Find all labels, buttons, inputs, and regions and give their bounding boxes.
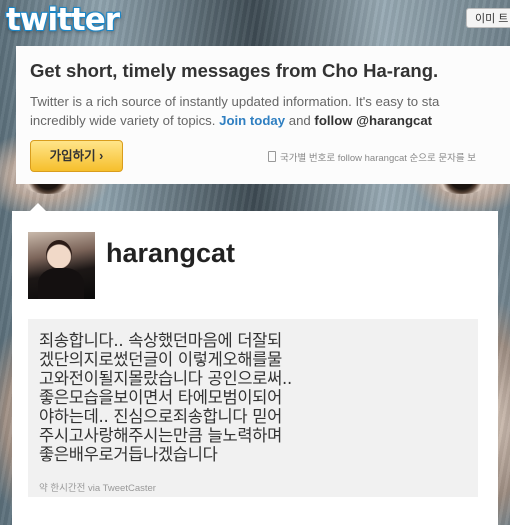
avatar[interactable]: [28, 232, 95, 299]
tweet-client-link[interactable]: TweetCaster: [103, 483, 156, 494]
mobile-phone-icon: [268, 151, 276, 162]
promo-line-2-prefix: incredibly wide variety of topics.: [30, 113, 216, 128]
promo-line-1: Twitter is a rich source of instantly up…: [30, 94, 440, 109]
tweet-box: 죄송합니다.. 속상했던마음에 더잘되 겠단의지로썼던글이 이렇게오해를물 고와…: [28, 319, 478, 497]
promo-description: Twitter is a rich source of instantly up…: [30, 92, 510, 130]
join-today-link[interactable]: Join today: [219, 113, 285, 128]
tweet-text: 죄송합니다.. 속상했던마음에 더잘되 겠단의지로썼던글이 이렇게오해를물 고와…: [39, 331, 292, 464]
signup-promo-box: Get short, timely messages from Cho Ha-r…: [16, 46, 510, 184]
via-label: via: [87, 483, 101, 494]
promo-line-2-and: and: [288, 113, 311, 128]
promo-headline: Get short, timely messages from Cho Ha-r…: [30, 60, 439, 81]
tweet-panel: harangcat 죄송합니다.. 속상했던마음에 더잘되 겠단의지로썼던글이 …: [12, 211, 498, 525]
sms-follow-note: 국가별 번호로 follow harangcat 순으로 문자를 보: [268, 150, 476, 164]
already-member-button[interactable]: 이미 트: [466, 8, 510, 28]
profile-username[interactable]: harangcat: [106, 238, 235, 269]
tweet-timestamp-link[interactable]: 약 한시간전: [39, 483, 85, 494]
twitter-logo[interactable]: twitter: [6, 2, 120, 38]
panel-pointer-arrow: [30, 203, 46, 211]
tweet-meta: 약 한시간전 via TweetCaster: [39, 480, 156, 494]
signup-button[interactable]: 가입하기 ›: [30, 140, 123, 172]
sms-note-text: 국가별 번호로 follow harangcat 순으로 문자를 보: [280, 153, 476, 164]
follow-user-text: follow @harangcat: [314, 113, 433, 128]
